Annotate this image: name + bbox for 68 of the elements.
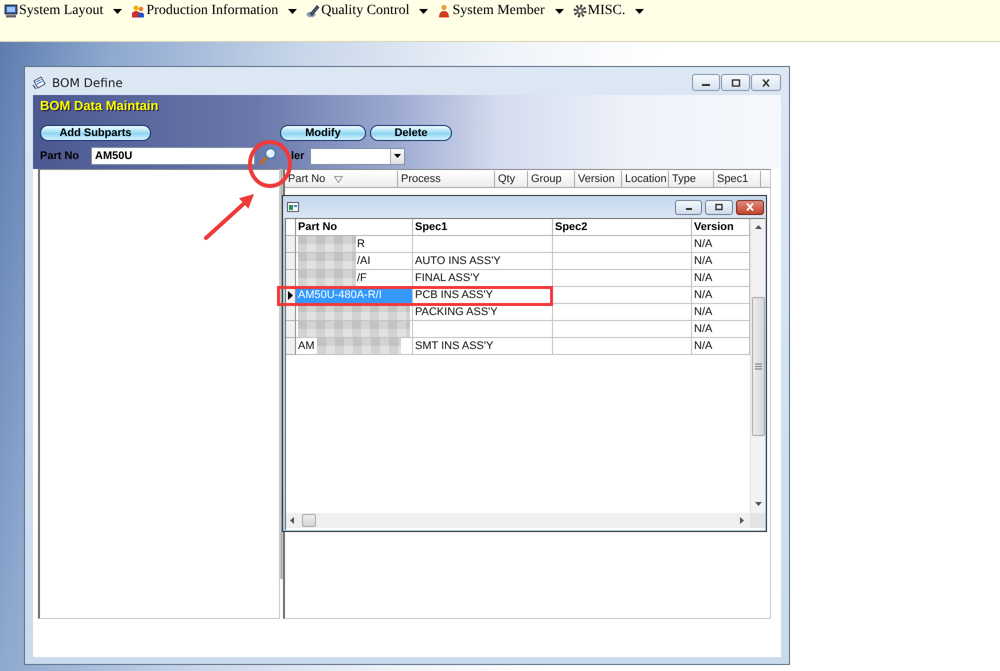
- close-button[interactable]: [751, 74, 781, 91]
- table-cell-text: R: [357, 237, 365, 252]
- minimize-button[interactable]: [675, 200, 702, 214]
- maximize-icon: [714, 203, 724, 211]
- gear-icon: [572, 4, 587, 18]
- current-row-icon: [288, 290, 293, 300]
- scrollbar-corner: [750, 513, 765, 528]
- field-label: ler: [291, 150, 306, 162]
- column-header[interactable]: Version: [575, 171, 622, 187]
- document-icon: [32, 76, 47, 90]
- column-header[interactable]: Spec1: [714, 171, 761, 187]
- window-title: BOM Define: [52, 76, 123, 90]
- brush-icon: [306, 4, 320, 18]
- menu-item[interactable]: System Layout: [4, 2, 122, 20]
- field-label: Part No: [40, 150, 80, 162]
- scrollbar-thumb[interactable]: [752, 297, 764, 436]
- scroll-left-icon[interactable]: [290, 517, 294, 524]
- caret-icon: [554, 8, 564, 14]
- minimize-button[interactable]: [692, 74, 720, 91]
- part-no-field[interactable]: AM50U: [91, 147, 255, 165]
- dropdown-field[interactable]: [310, 148, 405, 164]
- menu-item[interactable]: System Member: [437, 2, 564, 20]
- modify-button[interactable]: Modify: [280, 125, 366, 141]
- delete-button[interactable]: Delete: [370, 125, 452, 141]
- table-cell-text: AM: [298, 339, 314, 354]
- scroll-right-icon[interactable]: [740, 517, 744, 524]
- table-cell-text: /F: [357, 271, 367, 286]
- computer-icon: [4, 4, 18, 18]
- scroll-down-icon[interactable]: [754, 502, 762, 506]
- column-header[interactable]: Group: [528, 171, 575, 187]
- table-cell: PACKING ASS'Y: [413, 304, 553, 321]
- table-cell-text: /AI: [357, 254, 370, 269]
- table-cell: FINAL ASS'Y: [413, 270, 553, 287]
- column-header[interactable]: Spec2: [553, 219, 692, 236]
- dropdown-button[interactable]: [390, 148, 404, 164]
- caret-icon: [419, 8, 428, 14]
- maximize-button[interactable]: [705, 200, 733, 214]
- maximize-icon: [730, 78, 740, 86]
- horizontal-scrollbar[interactable]: [286, 513, 750, 528]
- close-icon: [761, 78, 771, 86]
- caret-icon: [288, 8, 298, 14]
- person-icon: [437, 4, 452, 18]
- close-icon: [745, 203, 755, 211]
- section-title: BOM Data Maintain: [40, 99, 158, 113]
- column-header[interactable]: Type: [669, 171, 714, 187]
- column-header[interactable]: Location: [622, 171, 669, 187]
- caret-icon: [113, 8, 122, 14]
- menu-item[interactable]: MISC.: [572, 2, 644, 20]
- grip-icon: [754, 363, 762, 370]
- scroll-up-icon[interactable]: [754, 225, 762, 229]
- table-cell: AUTO INS ASS'Y: [413, 253, 553, 270]
- column-header[interactable]: Part No: [285, 171, 398, 187]
- window-icon: [287, 202, 299, 212]
- search-icon[interactable]: [258, 147, 278, 165]
- column-header[interactable]: Process: [398, 171, 495, 187]
- menu-item[interactable]: Quality Control: [306, 2, 428, 20]
- column-header[interactable]: Qty: [495, 171, 528, 187]
- close-button[interactable]: [736, 200, 764, 214]
- column-header[interactable]: Spec1: [413, 219, 553, 236]
- caret-icon: [635, 8, 644, 14]
- scrollbar-thumb[interactable]: [302, 514, 316, 527]
- people-icon: [131, 4, 146, 18]
- caret-icon: [394, 154, 401, 158]
- add-subparts-button[interactable]: Add Subparts: [40, 125, 151, 141]
- menu-item[interactable]: Production Information: [131, 2, 298, 20]
- maximize-button[interactable]: [721, 74, 750, 91]
- table-cell: SMT INS ASS'Y: [413, 338, 553, 355]
- vertical-scrollbar[interactable]: [750, 219, 765, 513]
